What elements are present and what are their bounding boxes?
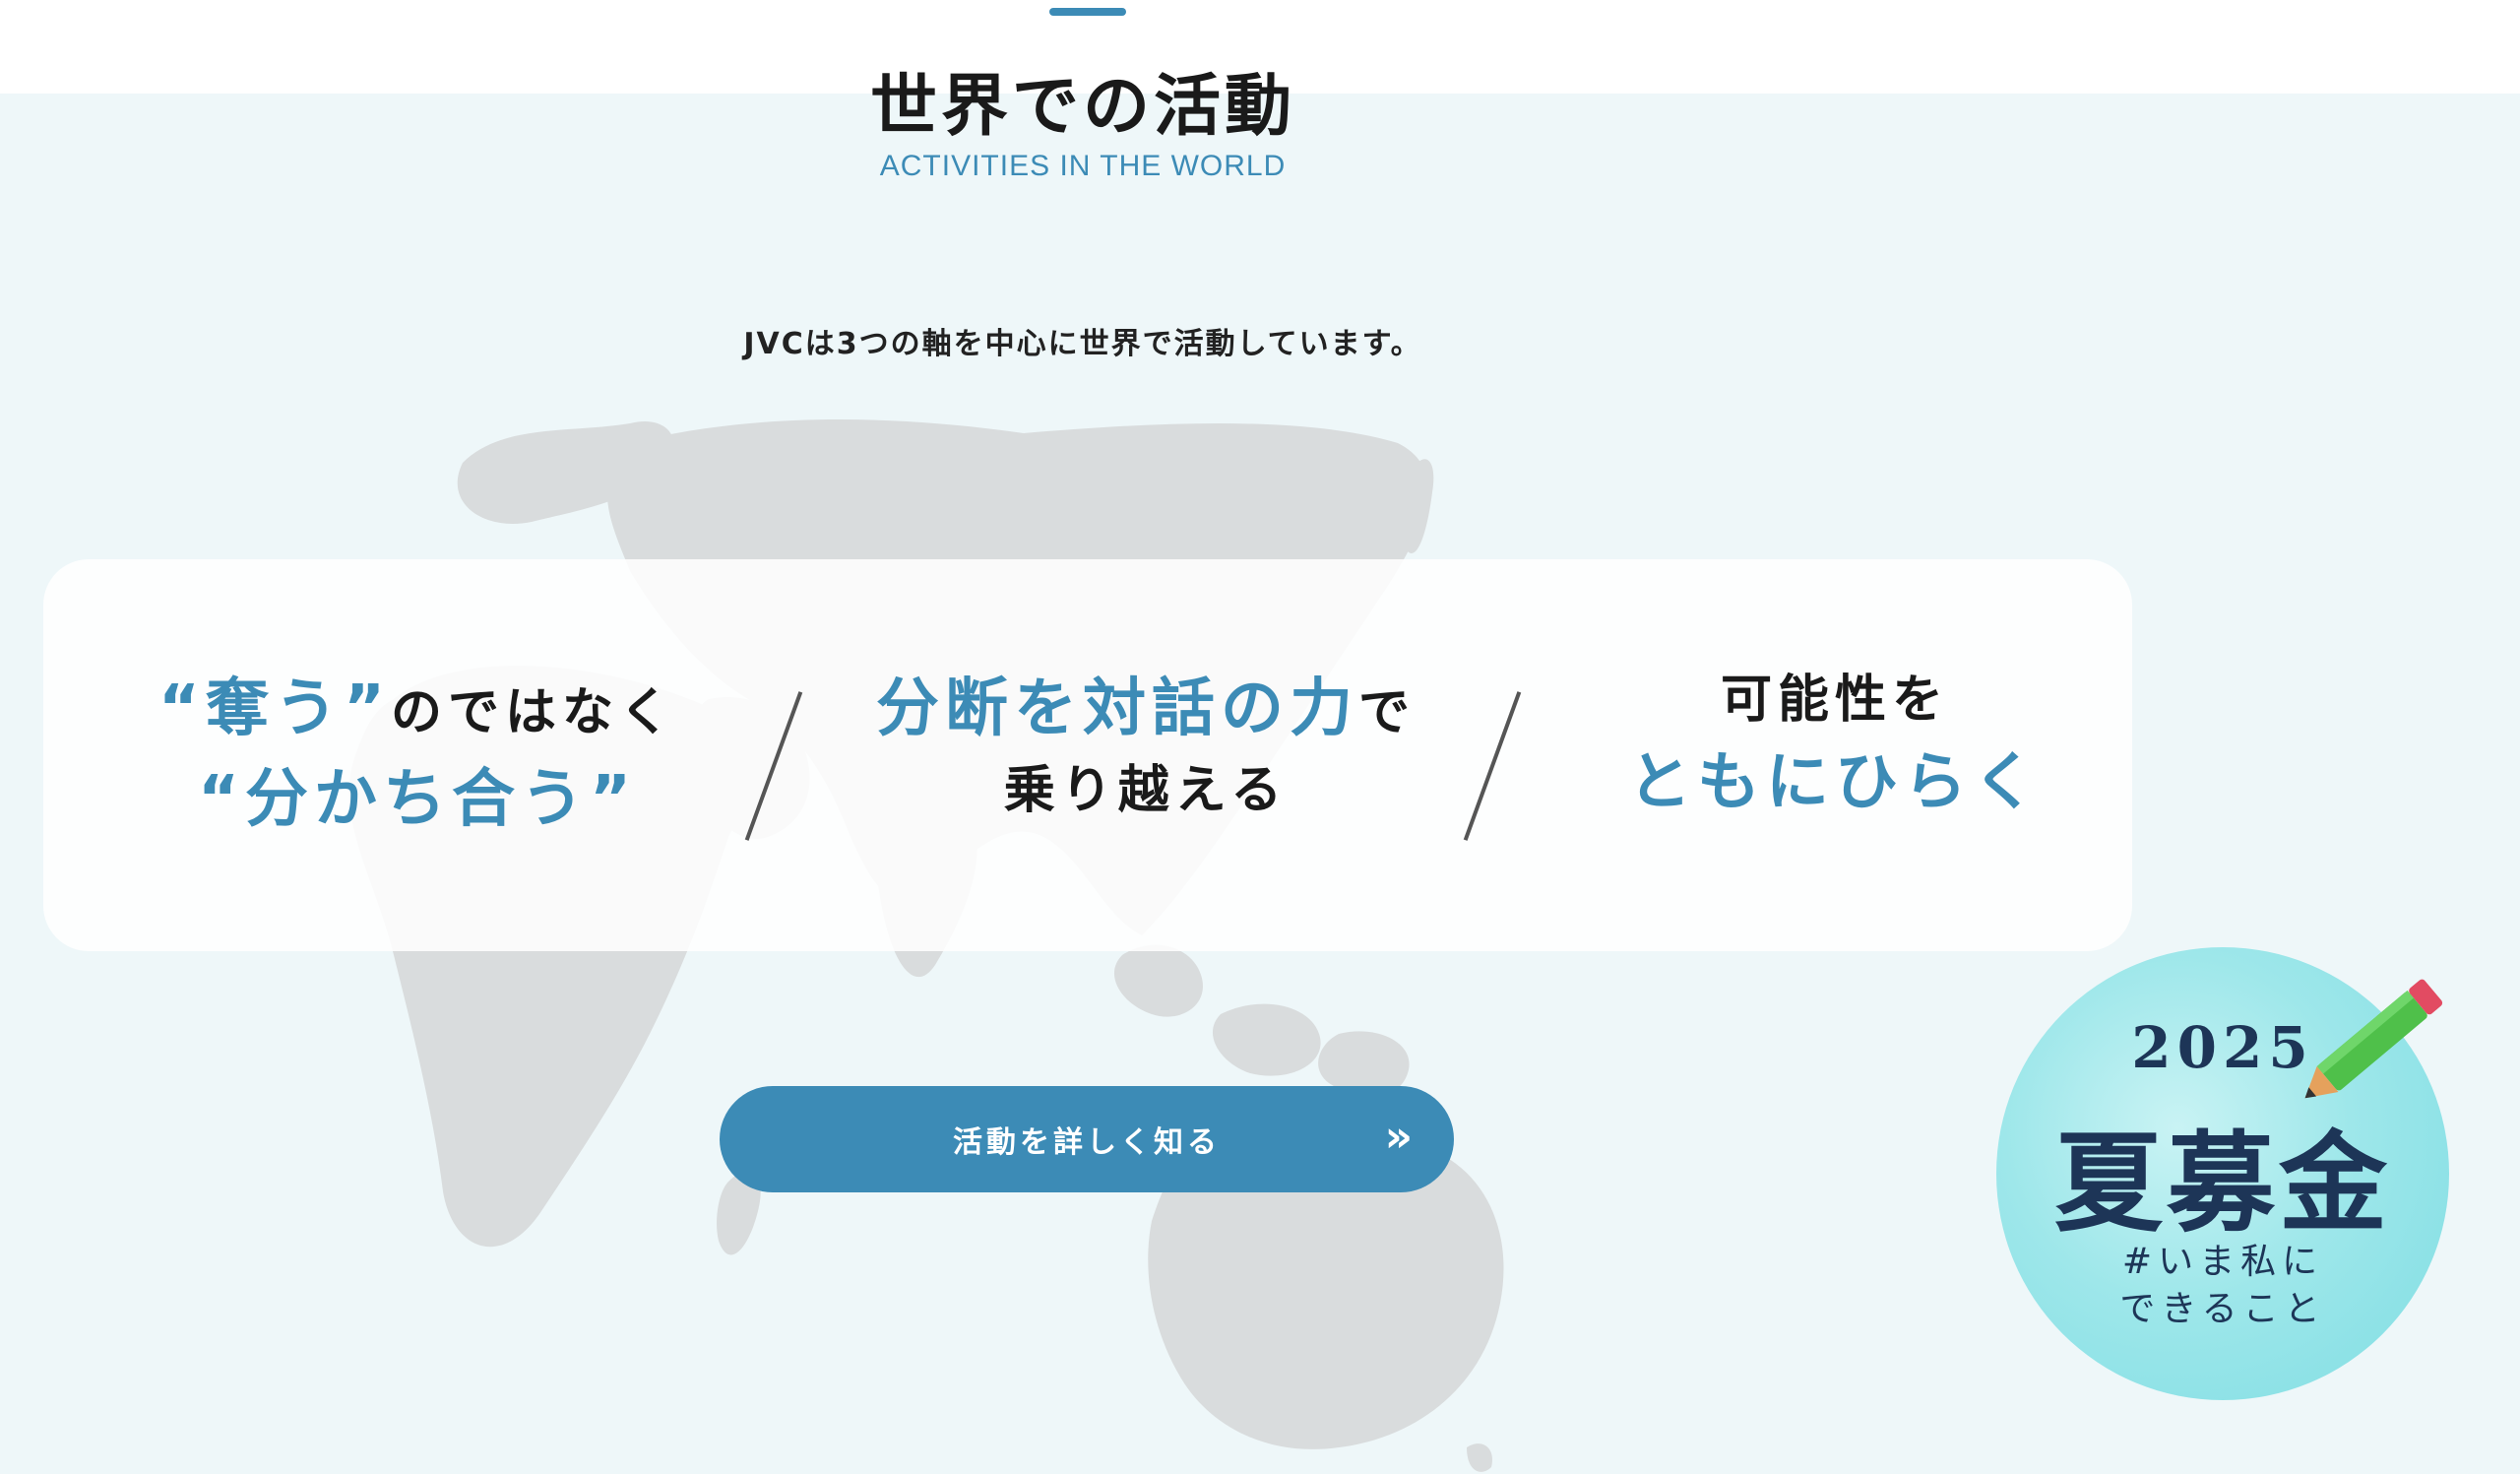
pillar-dialogue: 分断を対話の力で 乗り越える [821,658,1471,822]
pillar-divider [744,691,803,841]
section-subtitle: ACTIVITIES IN THE WORLD [879,150,1287,182]
badge-title: 夏募金 [2054,1120,2391,1247]
pillar-possibility-emphasis: ともにひらく [1628,746,2042,819]
pillar-divider [1463,691,1522,841]
pillar-possibility-text: 可能性を [1720,671,1949,730]
pillars-card: “奪う”のではなく “分かち合う” 分断を対話の力で 乗り越える 可能性を とも… [43,559,2132,951]
section-title: 世界での活動 [869,68,1295,146]
section-accent-bar [1049,8,1126,16]
pillar-dialogue-line2: 乗り越える [1003,761,1289,820]
section-lead: JVCは3つの軸を中心に世界で活動しています。 [743,327,1422,361]
badge-hashtag-line2: できること [2119,1289,2326,1329]
learn-more-activities-button[interactable]: 活動を詳しく知る » [720,1086,1454,1192]
pillar-share-emphasis: “分かち合う” [197,763,638,836]
double-chevron-right-icon: » [1384,1112,1417,1162]
pillar-share-text: のではなく [391,683,677,742]
cta-label: 活動を詳しく知る [953,1125,1221,1160]
badge-hashtag: #いま私に [2121,1242,2324,1282]
pillar-dialogue-keyword: 分断を対話の力 [875,673,1358,745]
pillar-dialogue-text: で [1357,683,1416,742]
pillar-share: “奪う”のではなく “分かち合う” [83,658,752,839]
pencil-icon [2304,979,2443,1099]
pillar-share-keyword: “奪う” [158,673,392,745]
pillar-possibility: 可能性を ともにひらく [1520,658,2150,822]
